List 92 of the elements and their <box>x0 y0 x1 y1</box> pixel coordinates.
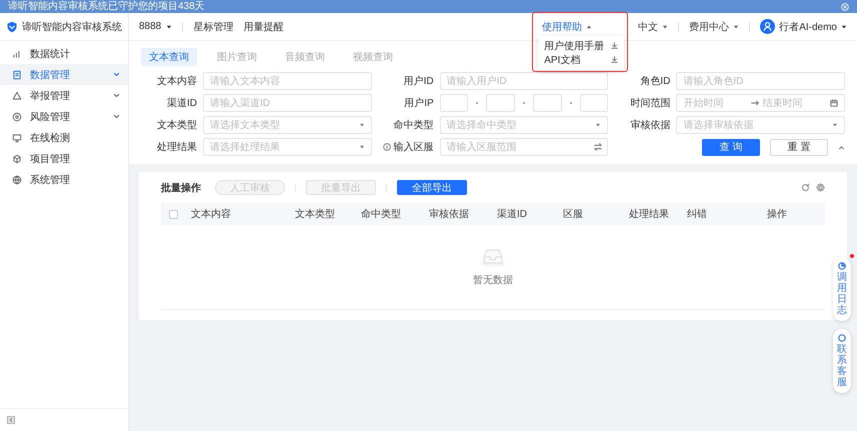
field-label: 审核依据 <box>630 118 670 132</box>
avatar-icon <box>760 19 776 34</box>
checkbox[interactable] <box>169 210 178 218</box>
target-icon <box>12 112 22 122</box>
field-label: 处理结果 <box>157 140 197 154</box>
text-field[interactable]: 请输入渠道ID <box>203 94 372 112</box>
tab[interactable]: 视频查询 <box>345 48 401 66</box>
sidebar-item[interactable]: 数据管理 <box>0 64 128 85</box>
date-range-field[interactable]: 开始时间 结束时间 <box>676 94 845 112</box>
float-button[interactable]: 联系客服 <box>833 329 851 393</box>
project-dropdown[interactable]: 8888 <box>139 21 172 32</box>
user-name[interactable]: 行者AI-demo <box>779 20 837 34</box>
ip-segment-field[interactable] <box>580 94 608 112</box>
query-button[interactable]: 查 询 <box>702 138 760 156</box>
column-header: 区服 <box>563 208 584 221</box>
banner-text: 谛听智能内容审核系统已守护您的项目438天 <box>8 0 206 12</box>
caret-icon <box>166 24 172 30</box>
field-label: 用户ID <box>404 74 434 88</box>
empty-text: 暂无数据 <box>473 274 513 287</box>
ip-segment-field[interactable] <box>533 94 562 112</box>
sidebar-item[interactable]: 风险管理 <box>0 106 128 127</box>
tab[interactable]: 图片查询 <box>209 48 265 66</box>
nav-link[interactable]: 星标管理 <box>193 20 234 34</box>
field-label: 命中类型 <box>394 118 434 132</box>
refresh-icon[interactable] <box>801 183 810 192</box>
caret-icon <box>595 122 602 128</box>
document-icon <box>12 70 22 80</box>
reset-button[interactable]: 重 置 <box>770 138 828 156</box>
column-header: 文本类型 <box>295 208 336 221</box>
field-label: 时间范围 <box>630 96 670 110</box>
column-header: 处理结果 <box>629 208 670 221</box>
arrow-right-icon <box>750 100 759 106</box>
action-button[interactable]: 全部导出 <box>397 180 467 195</box>
field-label: 输入区服 <box>394 140 434 154</box>
caret-icon <box>358 144 365 150</box>
column-header: 纠错 <box>687 208 708 221</box>
download-icon <box>611 42 618 49</box>
ip-segment-field[interactable] <box>486 94 515 112</box>
end-date-field[interactable]: 结束时间 <box>762 98 826 108</box>
sidebar-item[interactable]: 数据统计 <box>0 43 128 64</box>
download-icon <box>611 56 618 63</box>
field-label: 文本类型 <box>157 118 197 132</box>
globe-icon <box>12 174 22 184</box>
text-field[interactable]: 请输入文本内容 <box>203 72 372 90</box>
field-label: 渠道ID <box>167 96 197 110</box>
text-field[interactable]: 请输入区服范围 <box>440 138 608 156</box>
column-header: 审核依据 <box>429 208 470 221</box>
chart-icon <box>12 48 22 58</box>
collapse-icon[interactable] <box>7 416 15 424</box>
empty-inbox-icon <box>479 247 507 267</box>
text-field[interactable]: 请输入用户ID <box>440 72 608 90</box>
tab[interactable]: 文本查询 <box>141 48 197 66</box>
cube-icon <box>12 154 22 164</box>
shield-logo-icon <box>6 20 18 34</box>
start-date-field[interactable]: 开始时间 <box>683 98 747 108</box>
column-header: 命中类型 <box>361 208 402 221</box>
ip-segment-field[interactable] <box>440 94 468 112</box>
close-icon[interactable] <box>841 2 849 10</box>
brand-name: 谛听智能内容审核系统 <box>22 20 122 34</box>
collapse-up-icon[interactable] <box>838 144 845 150</box>
caret-icon <box>733 24 740 30</box>
sidebar-item[interactable]: 举报管理 <box>0 85 128 106</box>
sidebar-item[interactable]: 在线检测 <box>0 127 128 148</box>
nav-link[interactable]: 用量提醒 <box>243 20 284 34</box>
field-label: 角色ID <box>640 75 670 88</box>
field-label: 文本内容 <box>157 74 197 88</box>
section-title: 批量操作 <box>161 182 201 194</box>
menu-dropdown[interactable]: 费用中心 <box>689 20 730 34</box>
tab[interactable]: 音频查询 <box>277 48 333 66</box>
caret-icon <box>662 24 668 30</box>
caret-icon <box>832 122 838 128</box>
caret-icon <box>841 24 847 30</box>
menu-item[interactable]: 用户使用手册 <box>544 38 604 52</box>
sidebar-item[interactable]: 项目管理 <box>0 148 128 169</box>
menu-dropdown[interactable]: 中文 <box>638 20 658 34</box>
pie-chart-icon <box>838 262 846 270</box>
settings-icon[interactable] <box>816 183 825 192</box>
column-header: 操作 <box>767 208 788 221</box>
column-header: 文本内容 <box>191 208 232 221</box>
swap-icon <box>594 143 602 151</box>
column-header: 渠道ID <box>497 208 528 221</box>
menu-item[interactable]: API文档 <box>544 52 580 66</box>
text-field[interactable]: 请输入角色ID <box>676 72 845 90</box>
warning-icon <box>12 90 22 100</box>
field-label: 用户IP <box>404 96 434 110</box>
sidebar-item[interactable]: 系统管理 <box>0 169 128 190</box>
caret-icon <box>586 24 592 30</box>
caret-icon <box>358 122 365 128</box>
float-button[interactable]: 调用日志 <box>833 257 851 321</box>
menu-dropdown[interactable]: 使用帮助 <box>542 20 582 34</box>
monitor-icon <box>12 132 22 142</box>
calendar-icon <box>830 99 838 107</box>
